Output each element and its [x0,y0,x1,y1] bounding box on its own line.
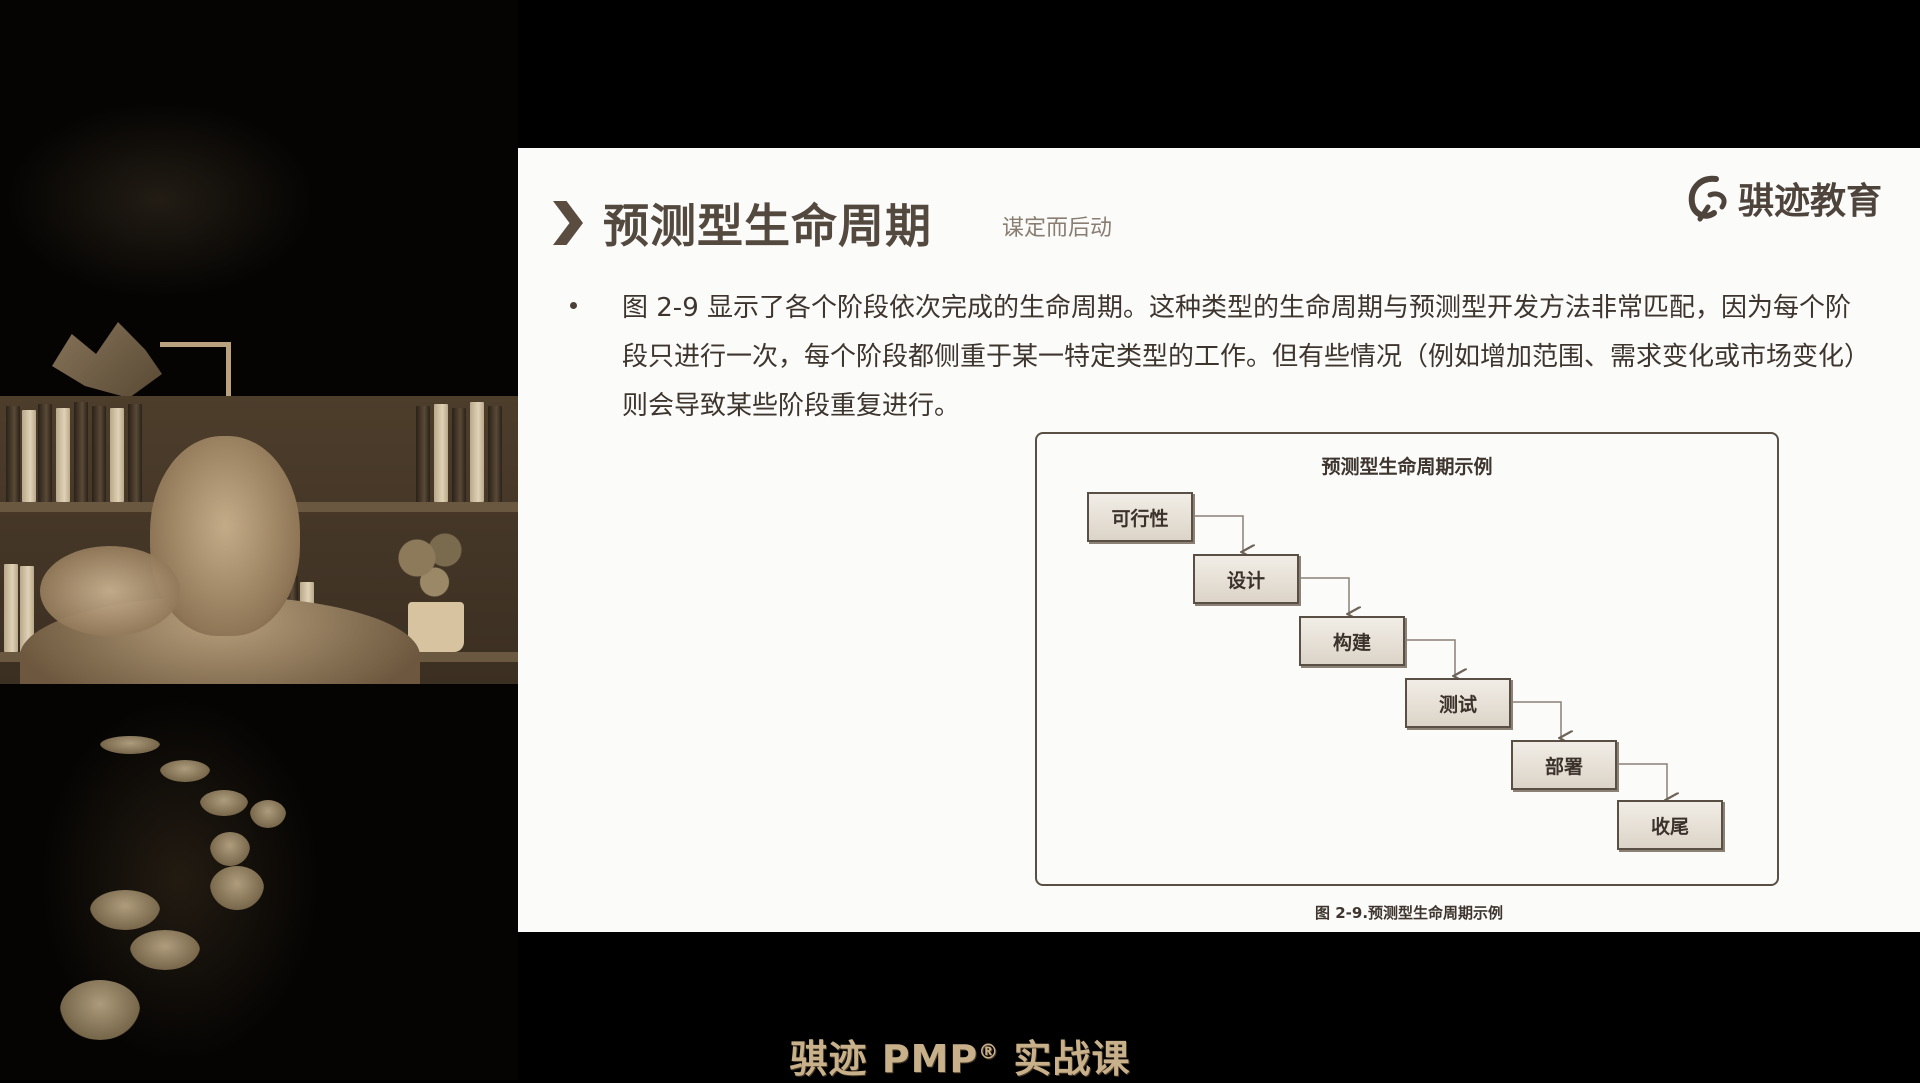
decorative-bracket [160,342,231,401]
diagram-title: 预测型生命周期示例 [1321,456,1493,478]
webcam-video [0,396,518,684]
slide-body-text: 图 2-9 显示了各个阶段依次完成的生命周期。这种类型的生命周期与预测型开发方法… [622,293,1871,421]
step-design: 设计 [1193,554,1299,604]
step-feasibility: 可行性 [1087,492,1193,542]
footprint-graphic [130,930,200,970]
footprint-graphic [250,800,286,828]
bullet-icon [570,302,577,309]
step-closeout: 收尾 [1617,800,1723,850]
footprint-graphic [90,890,160,930]
presenter-hand [40,546,180,636]
arrow-connector [1617,763,1667,800]
arrow-connector [1511,701,1561,738]
footprint-graphic [210,866,264,910]
course-title-prefix: 骐迹 PMP [789,1037,979,1081]
brand-logo: 骐迹教育 [1686,170,1882,226]
logo-icon [1688,175,1727,222]
arrow-connector [1299,577,1349,614]
chevron-right-icon [553,201,583,245]
lifecycle-diagram: 预测型生命周期示例 可行性 设计 构建 测试 部署 收尾 [1035,432,1779,886]
registered-mark: ® [978,1039,1000,1064]
step-deploy: 部署 [1511,740,1617,790]
presentation-slide: 预测型生命周期 谋定而后动 骐迹教育 图 2-9 显示了各个阶段依次完成的生命周… [518,148,1920,932]
slide-title: 预测型生命周期 [603,199,932,253]
step-test: 测试 [1405,678,1511,728]
course-title-suffix: 实战课 [999,1037,1131,1081]
footprint-graphic [100,736,160,754]
logo-text: 骐迹教育 [1738,181,1883,222]
arrow-connector [1405,639,1455,676]
slide-subtitle: 谋定而后动 [1002,216,1113,241]
footprint-graphic [210,832,250,866]
plant-decor [396,526,466,606]
figure-caption: 图 2-9.预测型生命周期示例 [1315,904,1504,922]
arrow-connector [1193,515,1243,552]
course-title: 骐迹 PMP® 实战课 [0,1028,1920,1083]
footprint-graphic [160,760,210,782]
footprint-graphic [200,790,248,816]
step-build: 构建 [1299,616,1405,666]
